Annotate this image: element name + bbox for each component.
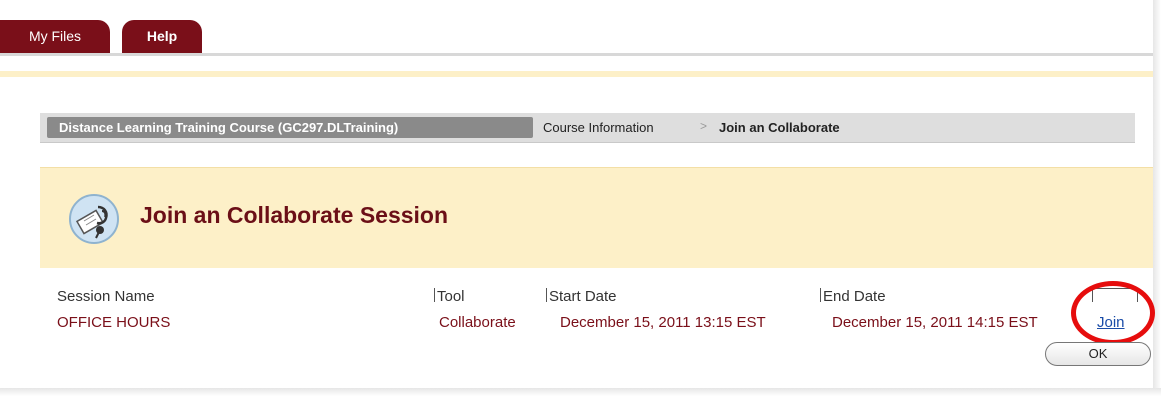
page-header: Join an Collaborate Session [40,167,1153,268]
tool-cell: Collaborate [439,314,516,331]
collaborate-session-icon [69,194,119,244]
column-header-start-date-label: Start Date [549,288,617,305]
page-title: Join an Collaborate Session [140,202,449,228]
breadcrumb-current-page: Join an Collaborate [719,120,840,135]
annotation-circle [1071,281,1155,345]
tab-my-files[interactable]: My Files [0,20,110,55]
ok-button[interactable]: OK [1045,342,1151,366]
column-header-session-name: Session Name [57,288,155,305]
tab-help[interactable]: Help [122,20,202,55]
column-header-end-date[interactable]: End Date [820,288,886,305]
column-header-tool[interactable]: Tool [434,288,465,305]
column-header-end-date-label: End Date [823,288,886,305]
breadcrumb-separator-icon: > [700,119,708,133]
header-rule [0,71,1153,77]
end-date-cell: December 15, 2011 14:15 EST [832,314,1038,331]
breadcrumb-course-link[interactable]: Distance Learning Training Course (GC297… [47,117,533,138]
column-header-start-date[interactable]: Start Date [546,288,617,305]
breadcrumb-course-information[interactable]: Course Information [543,120,654,135]
window-edge-bottom [0,388,1161,396]
window-edge-right [1153,0,1161,396]
start-date-cell: December 15, 2011 13:15 EST [560,314,766,331]
tab-bar: My Files Help [0,0,1153,56]
session-name-cell: OFFICE HOURS [57,314,171,331]
column-header-tool-label: Tool [437,288,465,305]
tab-divider [0,53,1153,56]
breadcrumb: Distance Learning Training Course (GC297… [40,113,1135,143]
